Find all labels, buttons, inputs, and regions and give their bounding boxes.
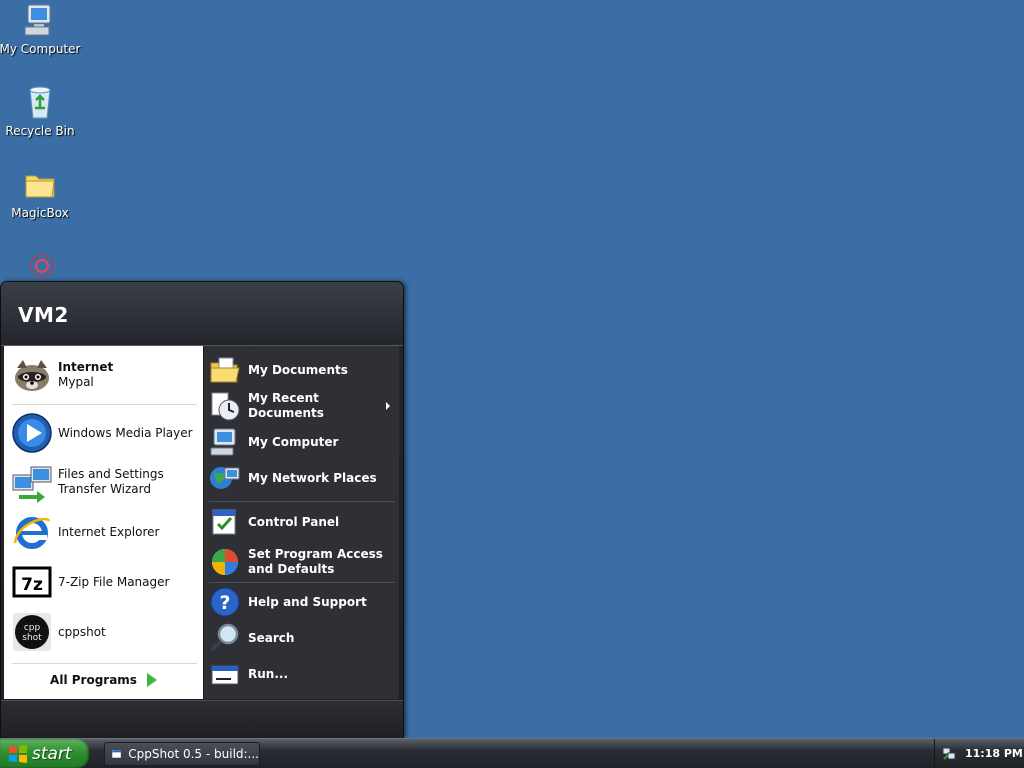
my-computer-icon [24,4,51,36]
start-button[interactable]: start [0,739,89,768]
all-programs-button[interactable]: All Programs [4,665,203,695]
my-computer-icon [210,428,236,456]
submenu-arrow-icon [386,402,390,410]
desktop-icon-label: My Computer [0,42,81,56]
menu-item-set-program-access[interactable]: Set Program Access and Defaults [209,542,395,582]
menu-item-run[interactable]: Run... [209,657,395,691]
desktop-icon-my-computer[interactable]: My Computer [0,2,80,56]
media-player-icon [12,413,52,453]
desktop-icon-label: Recycle Bin [5,124,75,138]
menu-item-search[interactable]: Search [209,621,395,655]
recent-item-label: Internet Explorer [58,524,160,539]
recent-item-label: Windows Media Player [58,425,193,440]
recent-item-transfer-wizard[interactable]: Files and Settings Transfer Wizard [4,460,203,504]
seven-zip-icon: 7z [12,566,52,598]
separator [12,404,197,405]
svg-text:?: ? [219,592,230,614]
menu-item-label: Set Program Access and Defaults [248,547,383,576]
menu-item-label: Run... [248,666,289,681]
pinned-item-internet[interactable]: Internet Mypal [4,353,203,397]
menu-item-control-panel[interactable]: Control Panel [209,505,395,539]
menu-item-label: Control Panel [248,514,340,529]
separator [209,582,395,583]
svg-text:shot: shot [22,633,42,643]
raccoon-browser-icon [15,360,49,391]
menu-item-my-network-places[interactable]: My Network Places [209,461,395,495]
folder-icon [25,175,55,198]
pinned-item-subtitle: Mypal [58,375,94,389]
start-menu-right-pane: My Documents My Recent Documents My Comp… [203,346,399,699]
menu-item-my-computer[interactable]: My Computer [209,425,395,459]
my-documents-icon [210,357,240,383]
recent-item-internet-explorer[interactable]: Internet Explorer [4,510,203,554]
windows-logo-icon [9,744,27,763]
recent-documents-icon [211,392,240,421]
cppshot-icon: cpp shot [13,613,51,651]
network-places-icon [210,467,240,489]
start-menu: VM2 Internet Mypal Windows Media Player … [0,281,404,738]
program-access-icon [212,549,238,575]
red-burst-icon [30,254,54,278]
window-icon [112,750,122,758]
help-icon: ? [210,587,240,617]
recent-item-media-player[interactable]: Windows Media Player [4,411,203,455]
start-menu-footer [1,700,403,738]
svg-text:7z: 7z [21,575,43,595]
separator [12,663,197,664]
svg-text:cpp: cpp [24,623,41,633]
menu-item-label: My Computer [248,434,339,449]
network-icon[interactable] [942,747,956,761]
separator [209,501,395,502]
run-icon [211,665,239,685]
user-name: VM2 [18,303,69,327]
recent-item-label: 7-Zip File Manager [58,574,170,589]
system-tray: 11:18 PM [934,739,1024,768]
start-label: start [32,743,72,764]
start-menu-header: VM2 [1,282,403,346]
clock[interactable]: 11:18 PM [965,747,1023,760]
desktop-icon-partial[interactable] [0,246,80,282]
arrow-right-icon [146,673,157,687]
recent-item-7zip[interactable]: 7z 7-Zip File Manager [4,560,203,604]
menu-item-help-and-support[interactable]: ? Help and Support [209,585,395,619]
menu-item-label: Help and Support [248,594,367,609]
taskbar: start CppShot 0.5 - build:... 11:18 PM [0,738,1024,768]
recent-item-label: cppshot [58,624,106,639]
menu-item-my-recent-documents[interactable]: My Recent Documents [209,389,395,423]
start-menu-left-pane: Internet Mypal Windows Media Player File… [4,346,203,699]
pinned-item-title: Internet [58,360,114,374]
recent-item-label: Files and Settings Transfer Wizard [58,467,164,496]
desktop-icon-label: MagicBox [11,206,69,220]
menu-item-label: My Documents [248,362,348,377]
menu-item-label: My Network Places [248,470,377,485]
menu-item-my-documents[interactable]: My Documents [209,353,395,387]
recent-item-cppshot[interactable]: cpp shot cppshot [4,610,203,654]
internet-explorer-icon [13,517,51,549]
menu-item-label: Search [248,630,295,645]
taskbar-button-label: CppShot 0.5 - build:... [128,747,259,761]
desktop-icon-magicbox[interactable]: MagicBox [0,166,80,220]
search-icon [210,623,239,652]
control-panel-icon [212,509,236,535]
all-programs-label: All Programs [50,673,137,687]
desktop-icon-recycle-bin[interactable]: Recycle Bin [0,84,80,138]
menu-item-label: My Recent Documents [248,391,324,420]
recycle-bin-icon [29,86,51,119]
taskbar-button-cppshot[interactable]: CppShot 0.5 - build:... [104,742,260,766]
transfer-wizard-icon [12,466,52,503]
